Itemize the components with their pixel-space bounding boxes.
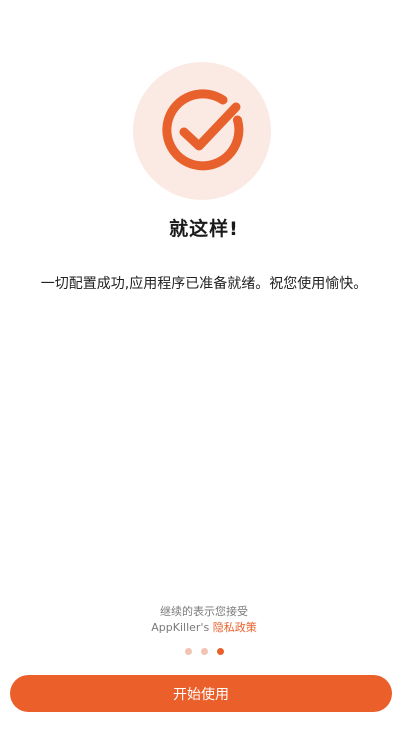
page-dot-3-active — [216, 648, 224, 655]
page-title: 就这样! — [169, 218, 239, 240]
check-circle-icon — [162, 89, 244, 171]
page-dot-1 — [184, 648, 192, 655]
page-indicator — [0, 648, 408, 655]
app-name: AppKiller's — [151, 621, 210, 634]
onboarding-screen: 就这样! 一切配置成功,应用程序已准备就绪。祝您使用愉快。 继续的表示您接受 A… — [0, 0, 408, 729]
success-message: 一切配置成功,应用程序已准备就绪。祝您使用愉快。 — [40, 276, 368, 292]
terms-line-1: 继续的表示您接受 — [160, 605, 248, 618]
start-button[interactable]: 开始使用 — [10, 675, 392, 712]
privacy-policy-link[interactable]: 隐私政策 — [213, 621, 257, 634]
terms-line-2: AppKiller's 隐私政策 — [0, 620, 408, 636]
terms-note: 继续的表示您接受 AppKiller's 隐私政策 — [0, 604, 408, 636]
page-dot-2 — [200, 648, 208, 655]
hero-circle — [133, 62, 271, 200]
